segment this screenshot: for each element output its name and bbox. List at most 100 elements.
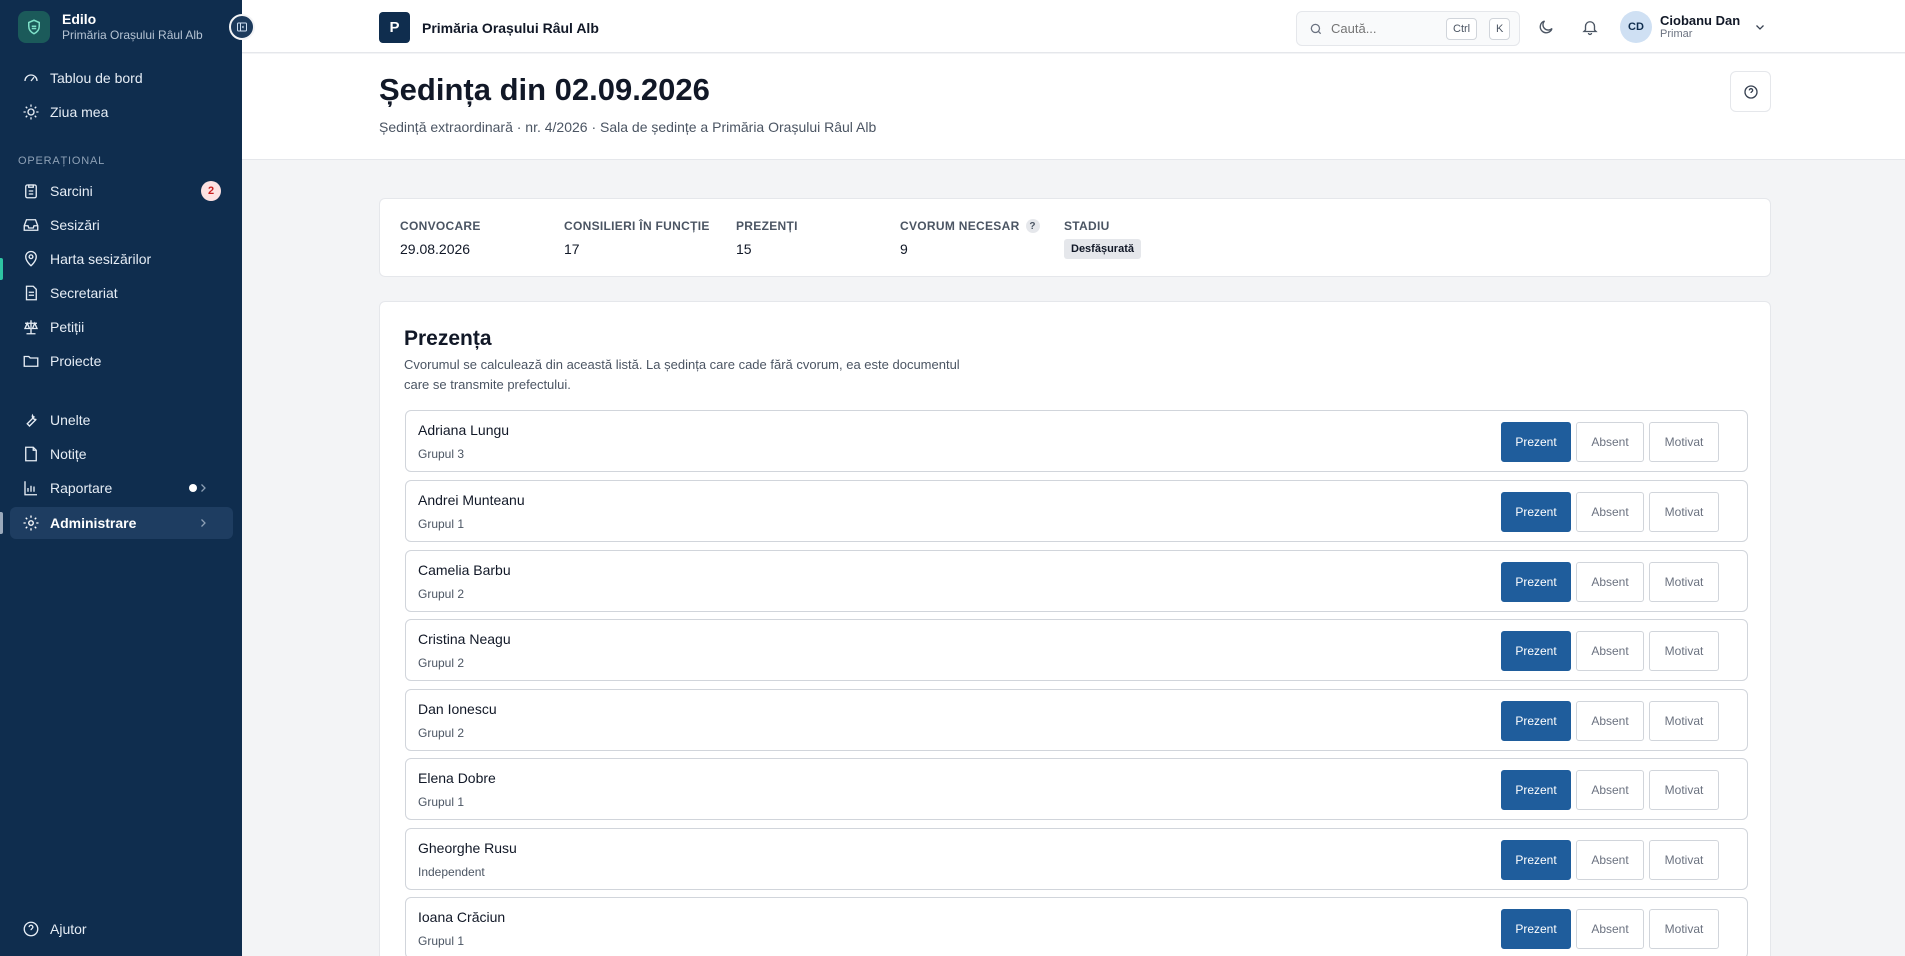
sidebar-item-reporting[interactable]: Raportare xyxy=(10,472,233,504)
list-item: Camelia Barbu Grupul 2 Prezent Absent Mo… xyxy=(405,550,1748,612)
meeting-stats-card: CONVOCARE 29.08.2026 CONSILIERI ÎN FUNCȚ… xyxy=(379,198,1771,277)
sidebar-item-help[interactable]: Ajutor xyxy=(10,913,233,945)
present-button[interactable]: Prezent xyxy=(1501,770,1571,810)
member-name: Gheorghe Rusu xyxy=(418,840,517,856)
sidebar-item-label: Administrare xyxy=(50,515,137,531)
note-icon xyxy=(25,446,37,462)
stat-convocation: CONVOCARE 29.08.2026 xyxy=(400,219,481,257)
member-name: Andrei Munteanu xyxy=(418,492,525,508)
member-group: Grupul 1 xyxy=(418,517,465,531)
sidebar-item-petitions[interactable]: Petiții xyxy=(10,311,233,343)
present-button[interactable]: Prezent xyxy=(1501,492,1571,532)
sidebar-item-label: Harta sesizărilor xyxy=(50,251,152,267)
sidebar-item-secretariat[interactable]: Secretariat xyxy=(10,277,233,309)
list-item: Cristina Neagu Grupul 2 Prezent Absent M… xyxy=(405,619,1748,681)
clipboard-icon xyxy=(25,184,37,199)
folder-icon xyxy=(23,355,39,367)
member-group: Grupul 3 xyxy=(418,447,465,461)
sidebar-item-label: Petiții xyxy=(50,319,85,335)
org-logo: P xyxy=(379,12,410,43)
notification-dot xyxy=(189,484,197,492)
member-name: Cristina Neagu xyxy=(418,631,511,647)
sidebar-item-administration[interactable]: Administrare xyxy=(10,507,233,539)
sidebar-item-tools[interactable]: Unelte xyxy=(10,404,233,436)
member-group: Independent xyxy=(418,865,485,879)
present-button[interactable]: Prezent xyxy=(1501,909,1571,949)
sidebar-item-dashboard[interactable]: Tablou de bord xyxy=(10,62,233,94)
list-item: Adriana Lungu Grupul 3 Prezent Absent Mo… xyxy=(405,410,1748,472)
sidebar-item-label: Tablou de bord xyxy=(50,70,143,86)
list-item: Elena Dobre Grupul 1 Prezent Absent Moti… xyxy=(405,758,1748,820)
search-box[interactable]: Ctrl K xyxy=(1296,11,1520,46)
excused-button[interactable]: Motivat xyxy=(1649,562,1719,602)
chevron-right-icon xyxy=(201,519,206,527)
stat-value: 9 xyxy=(900,241,908,257)
absent-button[interactable]: Absent xyxy=(1576,631,1644,671)
absent-button[interactable]: Absent xyxy=(1576,701,1644,741)
absent-button[interactable]: Absent xyxy=(1576,422,1644,462)
stat-label: PREZENȚI xyxy=(736,219,798,233)
theme-toggle-button[interactable] xyxy=(1534,15,1558,39)
excused-button[interactable]: Motivat xyxy=(1649,701,1719,741)
help-button[interactable] xyxy=(1730,71,1771,112)
absent-button[interactable]: Absent xyxy=(1576,492,1644,532)
excused-button[interactable]: Motivat xyxy=(1649,492,1719,532)
absent-button[interactable]: Absent xyxy=(1576,562,1644,602)
user-menu[interactable]: CD Ciobanu Dan Primar xyxy=(1620,11,1766,43)
sidebar-item-label: Notițe xyxy=(50,446,87,462)
absent-button[interactable]: Absent xyxy=(1576,770,1644,810)
excused-button[interactable]: Motivat xyxy=(1649,909,1719,949)
excused-button[interactable]: Motivat xyxy=(1649,631,1719,671)
quorum-help-icon[interactable]: ? xyxy=(1025,219,1040,233)
member-group: Grupul 1 xyxy=(418,795,465,809)
sidebar-item-label: Raportare xyxy=(50,480,113,496)
sidebar-toggle-icon xyxy=(237,22,247,32)
stat-present: PREZENȚI 15 xyxy=(736,219,798,257)
help-circle-icon xyxy=(23,921,39,937)
sidebar-item-tasks[interactable]: Sarcini 2 xyxy=(10,175,233,207)
user-role: Primar xyxy=(1660,28,1693,40)
chart-icon xyxy=(24,481,37,496)
page-header: Ședința din 02.09.2026 Ședință extraordi… xyxy=(242,54,1905,160)
sidebar-item-reports[interactable]: Sesizări xyxy=(10,209,233,241)
sidebar-item-projects[interactable]: Proiecte xyxy=(10,345,233,377)
sidebar: Edilo Primăria Orașului Râul Alb Tablou … xyxy=(0,0,242,956)
search-input[interactable] xyxy=(1331,21,1431,36)
stat-label: CVORUM NECESAR xyxy=(900,219,1020,233)
brand-subtitle: Primăria Orașului Râul Alb xyxy=(62,28,203,42)
bell-icon xyxy=(1582,21,1598,36)
chevron-right-icon xyxy=(201,484,206,492)
sidebar-item-notes[interactable]: Notițe xyxy=(10,438,233,470)
sidebar-item-label: Secretariat xyxy=(50,285,118,301)
present-button[interactable]: Prezent xyxy=(1501,422,1571,462)
absent-button[interactable]: Absent xyxy=(1576,840,1644,880)
avatar: CD xyxy=(1620,11,1652,43)
stat-label: CONVOCARE xyxy=(400,219,481,233)
user-name: Ciobanu Dan xyxy=(1660,13,1741,28)
map-pin-icon xyxy=(25,250,37,267)
sidebar-item-reports-map[interactable]: Harta sesizărilor xyxy=(10,243,233,275)
sidebar-item-my-day[interactable]: Ziua mea xyxy=(10,96,233,128)
list-item: Gheorghe Rusu Independent Prezent Absent… xyxy=(405,828,1748,890)
absent-button[interactable]: Absent xyxy=(1576,909,1644,949)
member-name: Ioana Crăciun xyxy=(418,909,506,925)
excused-button[interactable]: Motivat xyxy=(1649,422,1719,462)
attendance-card: Prezența Cvorumul se calculează din acea… xyxy=(379,301,1771,956)
scale-icon xyxy=(23,320,39,335)
collapse-sidebar-button[interactable] xyxy=(229,14,255,40)
status-badge: Desfășurată xyxy=(1064,239,1141,259)
brand[interactable]: Edilo Primăria Orașului Râul Alb xyxy=(18,11,203,43)
present-button[interactable]: Prezent xyxy=(1501,631,1571,671)
stat-value: 29.08.2026 xyxy=(400,241,471,257)
excused-button[interactable]: Motivat xyxy=(1649,770,1719,810)
notifications-button[interactable] xyxy=(1578,15,1602,39)
attendance-description: Cvorumul se calculează din această listă… xyxy=(404,357,960,392)
shortcut-ctrl: Ctrl xyxy=(1446,18,1478,40)
present-button[interactable]: Prezent xyxy=(1501,701,1571,741)
member-name: Elena Dobre xyxy=(418,770,496,786)
present-button[interactable]: Prezent xyxy=(1501,840,1571,880)
sidebar-item-label: Sarcini xyxy=(50,183,93,199)
present-button[interactable]: Prezent xyxy=(1501,562,1571,602)
org-switcher[interactable]: P Primăria Orașului Râul Alb xyxy=(379,12,599,43)
excused-button[interactable]: Motivat xyxy=(1649,840,1719,880)
